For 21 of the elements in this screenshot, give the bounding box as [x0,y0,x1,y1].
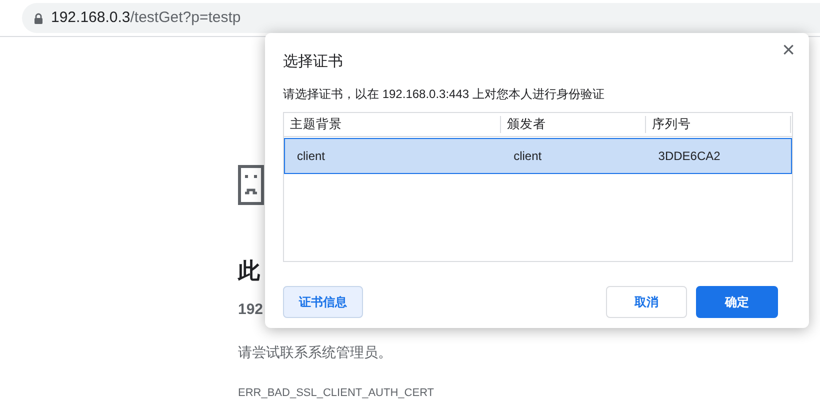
error-title: 此 [238,257,260,285]
dialog-message: 请选择证书，以在 192.168.0.3:443 上对您本人进行身份验证 [283,86,606,102]
column-header[interactable]: 主题背景 [284,116,501,132]
lock-icon [34,12,43,24]
table-cell-text: client [512,148,543,164]
certificate-info-button[interactable]: 证书信息 [283,286,363,318]
close-button[interactable]: × [778,37,799,63]
table-cell-text: client [296,148,326,164]
dialog-title: 选择证书 [283,52,344,72]
address-bar[interactable]: 192.168.0.3/testGet?p=testp [22,3,820,33]
table-cell-text: 3DDE6CA2 [657,148,722,164]
column-header[interactable]: 颁发者 [501,116,646,132]
error-hint: 请尝试联系系统管理员。 [238,342,392,362]
column-header[interactable]: 序列号 [646,116,791,132]
cancel-button[interactable]: 取消 [606,286,687,318]
error-host: 192 [238,300,264,320]
ok-button[interactable]: 确定 [696,286,778,318]
certificate-row[interactable]: client client 3DDE6CA2 [284,138,792,174]
url-text: 192.168.0.3/testGet?p=testp [51,8,241,28]
sad-page-icon [238,165,264,205]
error-code: ERR_BAD_SSL_CLIENT_AUTH_CERT [238,386,434,400]
